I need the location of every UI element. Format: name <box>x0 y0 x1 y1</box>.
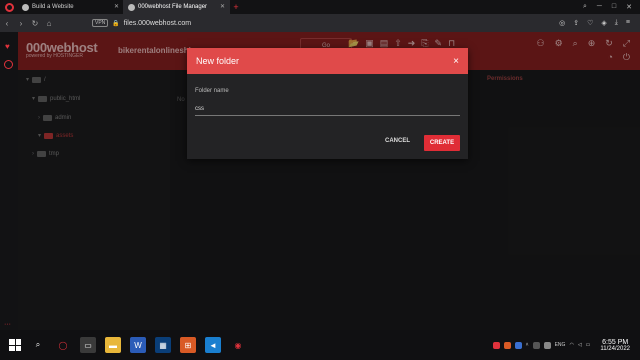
tab-favicon-icon <box>128 3 135 11</box>
opera-logo-icon[interactable] <box>0 0 18 14</box>
tab-close-icon[interactable]: ✕ <box>114 3 119 10</box>
folder-name-input[interactable] <box>195 103 460 116</box>
cancel-button[interactable]: CANCEL <box>385 138 410 144</box>
address-bar: ‹ › ↻ ⌂ VPN 🔒 files.000webhost.com ◎ ⇪ ♡… <box>0 14 640 32</box>
tab-favicon-icon <box>22 3 29 11</box>
reload-icon[interactable]: ↻ <box>28 19 42 28</box>
bookmark-heart-icon[interactable]: ♡ <box>587 19 593 27</box>
tab-build-a-website[interactable]: Build a Website ✕ <box>18 0 124 14</box>
minimize-icon[interactable]: ─ <box>597 3 602 11</box>
opera-gx-icon[interactable]: ◉ <box>230 337 246 353</box>
home-icon[interactable]: ⌂ <box>42 19 56 28</box>
heart-icon[interactable]: ♥ <box>5 42 10 51</box>
folder-name-label: Folder name <box>195 88 229 94</box>
extensions-icon[interactable]: ◈ <box>601 19 606 27</box>
photos-icon[interactable]: ▦ <box>155 337 171 353</box>
clock-time: 6:55 PM <box>602 338 629 346</box>
tray-app-icon[interactable] <box>492 341 500 349</box>
tab-close-icon[interactable]: ✕ <box>220 3 225 10</box>
tray-app-icon[interactable] <box>543 341 551 349</box>
opera-taskbar-icon[interactable]: ◯ <box>55 337 71 353</box>
forward-icon[interactable]: › <box>14 19 28 28</box>
create-button[interactable]: CREATE <box>424 135 460 151</box>
xampp-icon[interactable]: ⊞ <box>180 337 196 353</box>
more-dots-icon[interactable]: ··· <box>4 321 11 328</box>
maximize-icon[interactable]: □ <box>612 3 616 11</box>
tray-app-icon[interactable] <box>532 341 540 349</box>
history-icon[interactable] <box>4 60 13 69</box>
language-indicator[interactable]: ENG <box>555 342 566 348</box>
task-view-icon[interactable]: ▭ <box>80 337 96 353</box>
lock-icon[interactable]: 🔒 <box>112 20 119 27</box>
vscode-icon[interactable]: ◄ <box>205 337 221 353</box>
clock[interactable]: 6:55 PM 11/24/2022 <box>600 339 630 352</box>
close-window-icon[interactable]: ✕ <box>626 3 632 11</box>
tray-chevron-icon[interactable]: ˄ <box>526 342 529 348</box>
vpn-badge[interactable]: VPN <box>92 19 109 27</box>
search-icon[interactable]: ⌕ <box>30 337 46 353</box>
volume-icon[interactable]: ◁ <box>578 342 582 348</box>
window-controls: ⌕ ─ □ ✕ <box>583 3 640 11</box>
opera-sidebar: ♥ ··· <box>0 32 18 330</box>
close-icon[interactable]: × <box>453 56 459 67</box>
windows-start-icon[interactable] <box>9 339 21 351</box>
browser-tab-strip: Build a Website ✕ 000webhost File Manage… <box>0 0 640 14</box>
file-explorer-icon[interactable]: ▬ <box>105 337 121 353</box>
camera-icon[interactable]: ◎ <box>559 19 565 27</box>
tab-title: 000webhost File Manager <box>138 4 208 10</box>
screen: Build a Website ✕ 000webhost File Manage… <box>0 0 640 360</box>
clock-date: 11/24/2022 <box>600 345 630 352</box>
dialog-title: New folder <box>196 56 240 66</box>
tab-title: Build a Website <box>32 4 74 10</box>
search-tabs-icon[interactable]: ⌕ <box>583 3 587 11</box>
wifi-icon[interactable]: ◠ <box>569 342 573 348</box>
download-icon[interactable]: ⤓ <box>615 19 618 27</box>
battery-icon[interactable]: ▭ <box>586 342 591 348</box>
new-folder-dialog: New folder × Folder name CANCEL CREATE <box>187 48 468 159</box>
word-icon[interactable]: W <box>130 337 146 353</box>
tray-app-icon[interactable] <box>514 341 522 349</box>
dialog-header: New folder × <box>187 48 468 74</box>
tray-xampp-icon[interactable] <box>503 341 511 349</box>
tab-file-manager[interactable]: 000webhost File Manager ✕ <box>124 0 230 14</box>
address-bar-icons: ◎ ⇪ ♡ ◈ ⤓ ≡ <box>559 19 640 27</box>
menu-icon[interactable]: ≡ <box>626 19 630 27</box>
new-tab-button[interactable]: + <box>230 0 242 14</box>
share-icon[interactable]: ⇪ <box>573 19 579 27</box>
system-tray: ˄ ENG ◠ ◁ ▭ 6:55 PM 11/24/2022 <box>492 339 640 352</box>
windows-taskbar: ⌕ ◯ ▭ ▬ W ▦ ⊞ ◄ ◉ ˄ ENG ◠ ◁ ▭ 6:55 PM 11… <box>0 330 640 360</box>
back-icon[interactable]: ‹ <box>0 19 14 28</box>
url-field[interactable]: files.000webhost.com <box>124 20 191 27</box>
